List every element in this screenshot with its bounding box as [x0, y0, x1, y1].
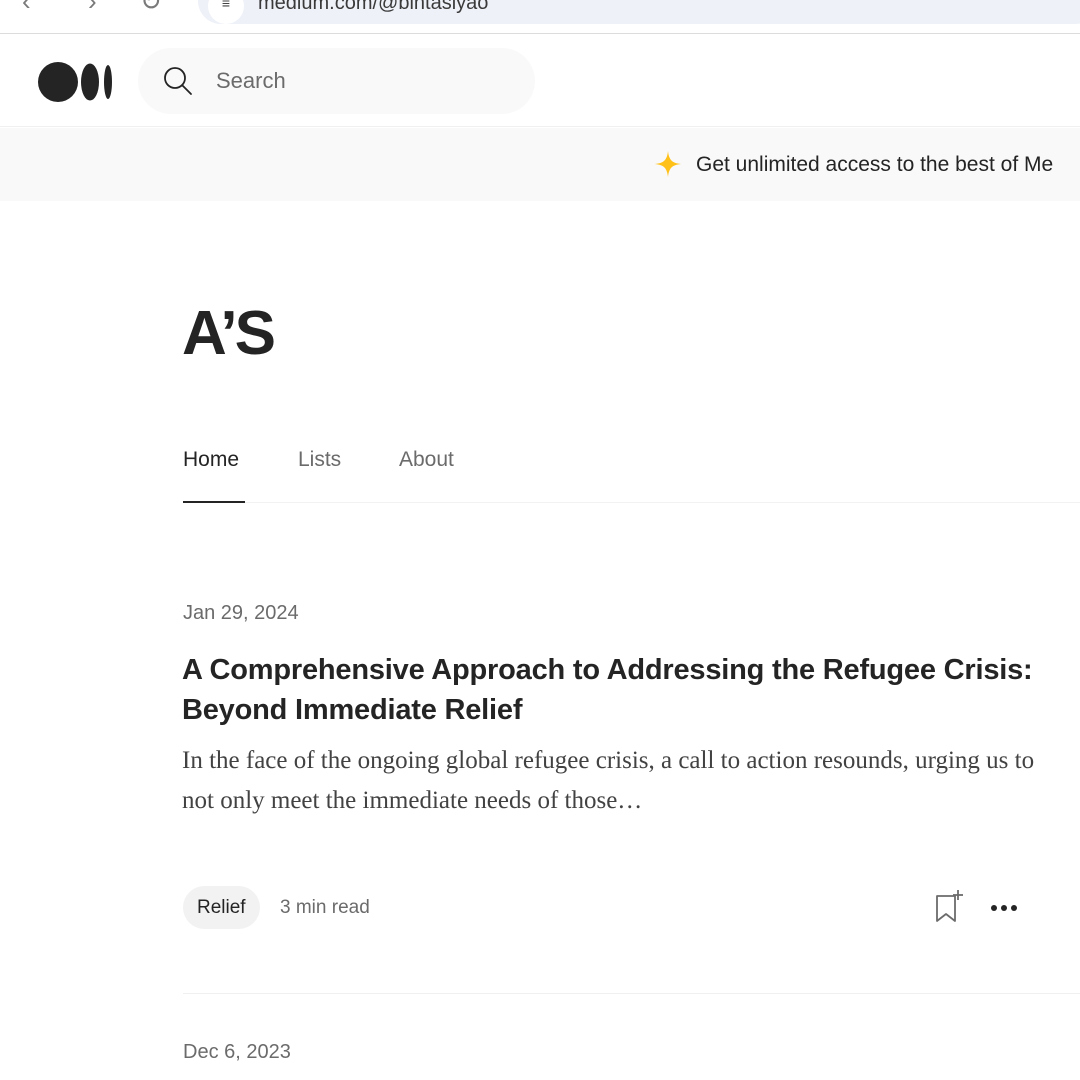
- tab-lists[interactable]: Lists: [298, 448, 341, 472]
- tab-about[interactable]: About: [399, 448, 454, 472]
- url-text[interactable]: medium.com/@bintasiyao: [258, 0, 488, 15]
- more-options-icon[interactable]: [988, 896, 1022, 920]
- active-tab-indicator: [183, 501, 245, 503]
- profile-tabs: Home Lists About: [183, 440, 1080, 503]
- post-divider: [183, 993, 1080, 994]
- search-icon: [164, 67, 192, 95]
- profile-name: A’S: [182, 299, 276, 368]
- tab-home[interactable]: Home: [183, 448, 239, 472]
- browser-toolbar: ‹ › ↻ ≡ medium.com/@bintasiyao: [0, 0, 1080, 34]
- forward-arrow-icon[interactable]: ›: [88, 0, 97, 14]
- site-info-icon[interactable]: ≡: [208, 0, 244, 24]
- post-title[interactable]: A Comprehensive Approach to Addressing t…: [182, 650, 1042, 730]
- post-date: Jan 29, 2024: [183, 602, 299, 624]
- post-date: Dec 6, 2023: [183, 1041, 291, 1063]
- search-box[interactable]: [138, 48, 535, 114]
- post-tag[interactable]: Relief: [183, 886, 260, 929]
- read-time: 3 min read: [280, 897, 370, 918]
- bookmark-add-icon[interactable]: [932, 888, 966, 924]
- back-arrow-icon[interactable]: ‹: [22, 0, 31, 14]
- promo-text[interactable]: Get unlimited access to the best of Me: [696, 153, 1053, 177]
- medium-logo[interactable]: [38, 62, 114, 102]
- address-bar[interactable]: ≡ medium.com/@bintasiyao: [198, 0, 1080, 24]
- promo-banner[interactable]: Get unlimited access to the best of Me: [0, 128, 1080, 201]
- reload-icon[interactable]: ↻: [140, 0, 162, 14]
- site-header: [0, 35, 1080, 127]
- post-excerpt[interactable]: In the face of the ongoing global refuge…: [182, 741, 1042, 821]
- sparkle-icon: [655, 151, 681, 177]
- search-input[interactable]: [214, 64, 514, 98]
